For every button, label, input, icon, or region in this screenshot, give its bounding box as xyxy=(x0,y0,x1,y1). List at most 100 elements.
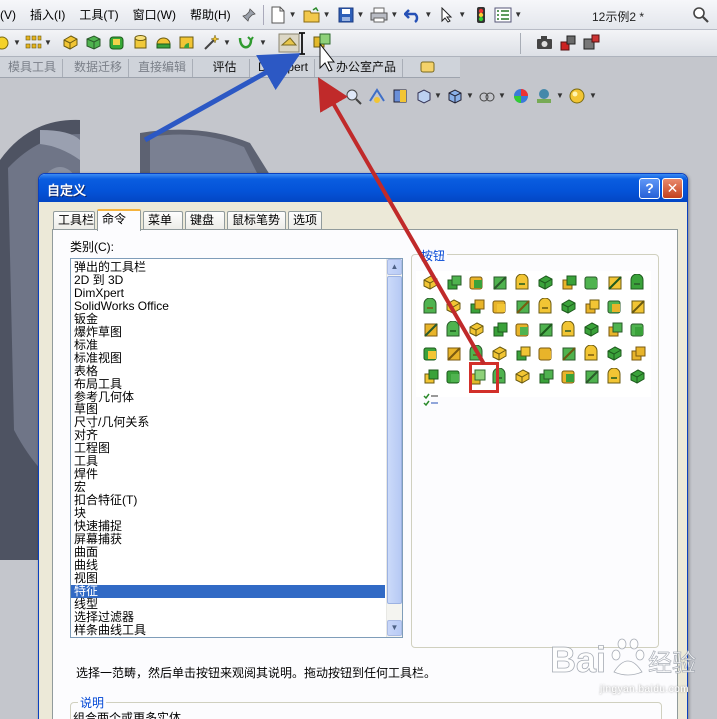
category-item[interactable]: 2D 到 3D xyxy=(71,274,385,287)
table-pattern-icon[interactable] xyxy=(514,345,532,363)
previous-view-icon[interactable] xyxy=(368,87,386,105)
deform-icon[interactable] xyxy=(629,298,647,316)
category-item[interactable]: 工程图 xyxy=(71,442,385,455)
chevron-down-icon[interactable]: ▼ xyxy=(514,10,522,19)
move-copy-icon[interactable] xyxy=(606,345,624,363)
extrude-boss-icon[interactable] xyxy=(422,274,440,292)
hide-show-icon[interactable] xyxy=(478,87,496,105)
replace-face-icon[interactable] xyxy=(514,368,532,386)
tab-menus[interactable]: 菜单 xyxy=(143,211,183,230)
category-item[interactable]: DimXpert xyxy=(71,286,385,300)
thicken-icon[interactable] xyxy=(629,321,647,339)
appearance-icon[interactable] xyxy=(512,87,530,105)
chevron-down-icon[interactable]: ▼ xyxy=(466,91,474,100)
chevron-down-icon[interactable]: ▼ xyxy=(589,91,597,100)
chevron-down-icon[interactable]: ▼ xyxy=(556,91,564,100)
menu-help[interactable]: 帮助(H) xyxy=(183,6,238,23)
shell-icon[interactable] xyxy=(491,298,509,316)
chevron-down-icon[interactable]: ▼ xyxy=(323,10,331,19)
assembly-icon[interactable] xyxy=(560,34,577,51)
realview-icon[interactable] xyxy=(568,87,586,105)
dome-icon[interactable] xyxy=(155,34,172,51)
category-item[interactable]: 工具 xyxy=(71,455,385,468)
unsuppress-icon[interactable] xyxy=(606,368,624,386)
display-style-icon[interactable] xyxy=(446,87,464,105)
extruded-cut-icon[interactable] xyxy=(537,274,555,292)
tab-evaluate[interactable]: 评估 xyxy=(200,59,250,77)
category-item[interactable]: 块 xyxy=(71,507,385,520)
view-orientation-icon[interactable] xyxy=(415,87,433,105)
rollback-icon[interactable] xyxy=(560,368,578,386)
scroll-up-arrow[interactable]: ▲ xyxy=(387,259,402,275)
imported-icon[interactable] xyxy=(422,368,440,386)
menu-window[interactable]: 窗口(W) xyxy=(126,6,183,23)
category-item[interactable]: 扣合特征(T) xyxy=(71,494,385,507)
boundary-cut-icon[interactable] xyxy=(629,274,647,292)
component-icon[interactable] xyxy=(583,34,600,51)
tab-dimxpert[interactable]: DimXpert xyxy=(252,59,316,77)
chevron-down-icon[interactable]: ▼ xyxy=(223,38,231,47)
fillet-icon[interactable] xyxy=(178,34,195,51)
category-item[interactable]: SolidWorks Office xyxy=(71,299,385,313)
freeform-icon[interactable] xyxy=(560,321,578,339)
category-item[interactable]: 特征 xyxy=(71,584,385,598)
sweep-boss-icon[interactable] xyxy=(468,274,486,292)
indent-icon[interactable] xyxy=(422,321,440,339)
category-item[interactable]: 标准 xyxy=(71,338,385,352)
tab-options[interactable]: 选项 xyxy=(288,211,322,230)
edit-feature-icon[interactable] xyxy=(537,368,555,386)
tab-direct-editing[interactable]: 直接编辑 xyxy=(132,59,194,77)
chevron-down-icon[interactable]: ▼ xyxy=(259,38,267,47)
category-item[interactable]: 爆炸草图 xyxy=(71,325,385,339)
scrollbar-thumb[interactable] xyxy=(387,276,402,604)
combine-icon[interactable] xyxy=(312,32,332,52)
suppress-icon[interactable] xyxy=(583,368,601,386)
fillet-icon[interactable] xyxy=(422,297,440,316)
search-icon[interactable] xyxy=(692,6,710,27)
intersect-icon[interactable] xyxy=(468,321,486,339)
dialog-title-bar[interactable]: 自定义 ? ✕ xyxy=(39,174,687,202)
chamfer-icon[interactable] xyxy=(445,298,463,316)
options-icon[interactable] xyxy=(493,5,513,25)
tab-commands[interactable]: 命令 xyxy=(97,209,141,231)
split-icon[interactable] xyxy=(491,321,509,339)
category-item[interactable]: 选择过滤器 xyxy=(71,610,385,624)
tab-extra-icon[interactable] xyxy=(420,60,435,74)
chevron-down-icon[interactable]: ▼ xyxy=(13,38,21,47)
hole-wizard-icon[interactable] xyxy=(560,298,578,316)
tab-mold-tools[interactable]: 模具工具 xyxy=(2,59,64,77)
extrude-icon[interactable] xyxy=(62,34,79,51)
shell-icon[interactable] xyxy=(108,34,125,51)
open-folder-icon[interactable] xyxy=(302,5,322,25)
category-item[interactable]: 曲线 xyxy=(71,558,385,572)
help-button[interactable]: ? xyxy=(639,178,660,199)
print-icon[interactable] xyxy=(369,5,389,25)
magic-wand-icon[interactable] xyxy=(203,34,220,51)
category-item[interactable]: 对齐 xyxy=(71,429,385,442)
dome-icon[interactable] xyxy=(583,298,601,316)
camera-icon[interactable] xyxy=(536,34,553,51)
category-item[interactable]: 弹出的工具栏 xyxy=(71,261,385,274)
chevron-down-icon[interactable]: ▼ xyxy=(434,91,442,100)
move-face-icon[interactable] xyxy=(514,321,532,339)
category-item[interactable]: 曲面 xyxy=(71,545,385,559)
dragged-combine-icon[interactable] xyxy=(278,33,300,53)
sketch-pattern-icon[interactable] xyxy=(537,345,555,363)
category-item[interactable]: 布局工具 xyxy=(71,377,385,391)
hole-icon[interactable] xyxy=(537,297,555,316)
revolved-cut-icon[interactable] xyxy=(560,274,578,292)
category-list[interactable]: 弹出的工具栏 2D 到 3D DimXpert SolidWorks Office 钣金… xyxy=(70,258,403,638)
cylinder-icon[interactable] xyxy=(132,34,149,51)
circular-pattern-icon[interactable] xyxy=(445,345,463,363)
menu-tools[interactable]: 工具(T) xyxy=(72,6,125,23)
select-pointer-icon[interactable] xyxy=(437,5,457,25)
tab-toolbars[interactable]: 工具栏 xyxy=(53,211,95,230)
scroll-down-arrow[interactable]: ▼ xyxy=(387,620,402,636)
tab-keyboard[interactable]: 键盘 xyxy=(185,211,225,230)
delete-body-icon[interactable] xyxy=(629,345,647,363)
category-item[interactable]: 尺寸/几何关系 xyxy=(71,416,385,429)
chevron-down-icon[interactable]: ▼ xyxy=(390,10,398,19)
zoom-to-fit-icon[interactable] xyxy=(320,87,338,105)
draft-icon[interactable] xyxy=(514,298,532,316)
instant3d-icon[interactable] xyxy=(629,368,647,386)
